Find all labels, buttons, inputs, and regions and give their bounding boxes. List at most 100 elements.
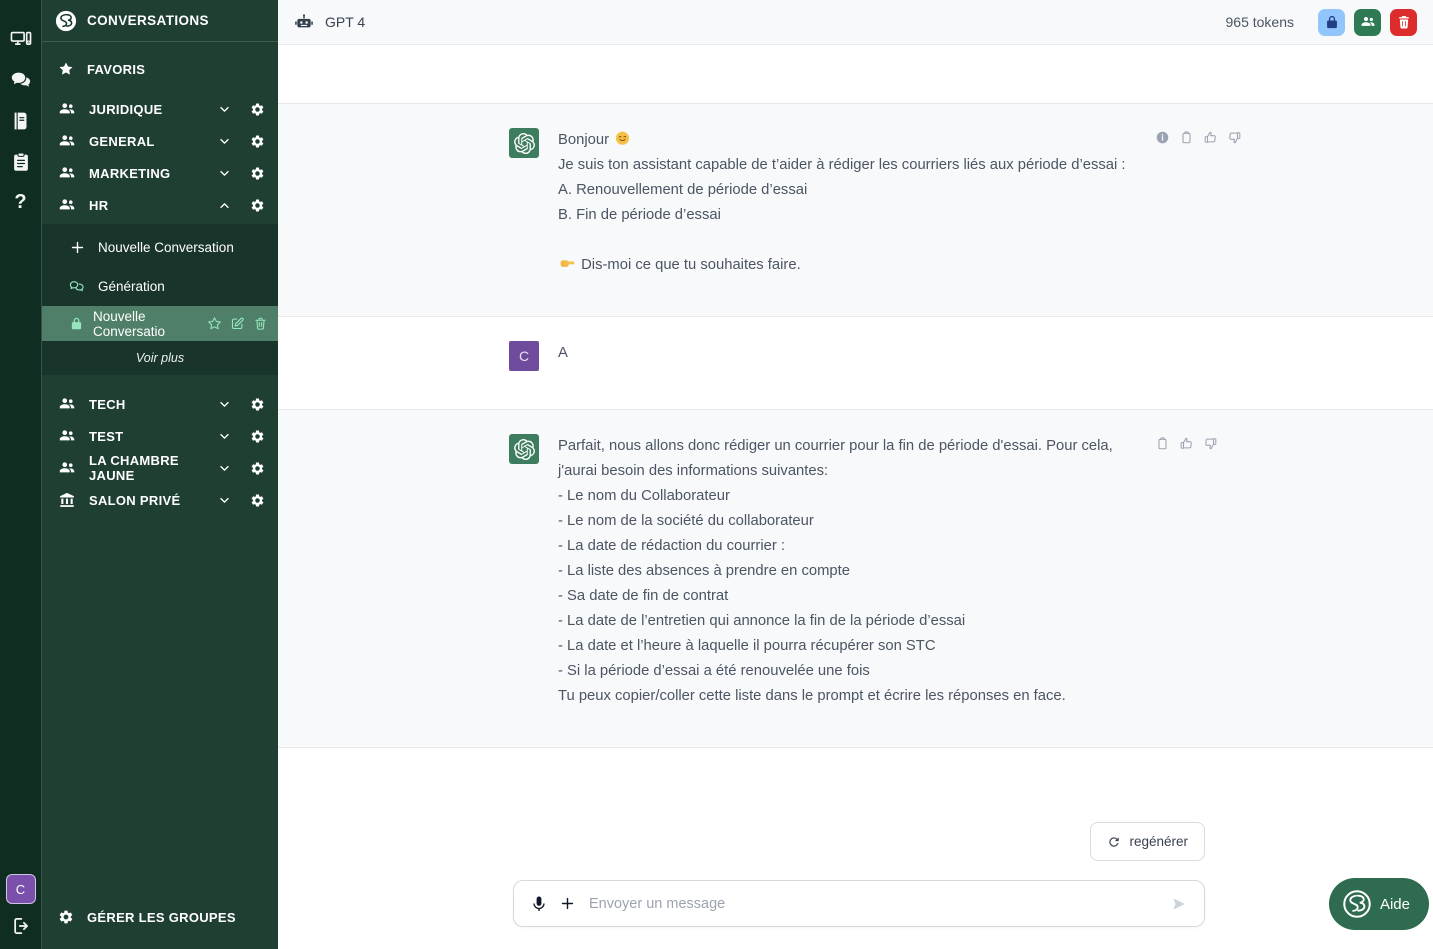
new-conversation-button[interactable]: Nouvelle Conversation (42, 228, 278, 267)
sidebar-group-general[interactable]: GENERAL (42, 125, 278, 157)
gear-icon[interactable] (250, 493, 265, 508)
sidebar-group-juridique[interactable]: JURIDIQUE (42, 93, 278, 125)
chevron-down-icon[interactable] (218, 103, 231, 116)
message-line: - La date de rédaction du courrier : (558, 534, 1113, 559)
monitor-icon[interactable] (10, 28, 32, 50)
favorite-star-icon[interactable] (207, 316, 222, 331)
message-line (558, 228, 1126, 253)
help-icon[interactable]: ? (14, 192, 26, 212)
sidebar-group-la-chambre-jaune[interactable]: LA CHAMBRE JAUNE (42, 452, 278, 484)
chevron-down-icon[interactable] (218, 167, 231, 180)
trash-icon[interactable] (253, 316, 268, 331)
model-label: GPT 4 (325, 14, 365, 30)
conversation-actions (207, 316, 268, 331)
chevron-down-icon[interactable] (218, 398, 231, 411)
users-icon (58, 395, 76, 413)
message-line: Bonjour (558, 128, 1126, 153)
message-line: j'aurai besoin des informations suivante… (558, 459, 1113, 484)
assistant-avatar (509, 128, 539, 158)
new-conversation-label: Nouvelle Conversation (98, 240, 234, 255)
clipboard-icon[interactable] (10, 151, 32, 173)
user-message: CA (278, 317, 1433, 409)
sidebar-group-tech[interactable]: TECH (42, 388, 278, 420)
favoris-label: FAVORIS (87, 62, 145, 77)
message-text: A (558, 341, 568, 371)
message-line: - Si la période d’essai a été renouvelée… (558, 659, 1113, 684)
thumbs-up-icon[interactable] (1179, 436, 1194, 451)
thumbs-down-icon[interactable] (1227, 130, 1242, 145)
regenerate-button[interactable]: regénérer (1090, 822, 1205, 861)
gear-icon[interactable] (250, 166, 265, 181)
send-icon[interactable] (1170, 895, 1188, 913)
message-input[interactable] (587, 895, 1159, 913)
user-avatar[interactable]: C (6, 874, 36, 904)
sidebar-item-selected-conversation[interactable]: Nouvelle Conversatio (42, 306, 278, 341)
message-line: A (558, 341, 568, 366)
sidebar-item-generation[interactable]: Génération (42, 267, 278, 306)
icon-rail: ? C (0, 0, 42, 949)
chevron-down-icon[interactable] (218, 462, 231, 475)
chevron-down-icon[interactable] (218, 494, 231, 507)
sidebar-group-salon-priv-[interactable]: SALON PRIVÉ (42, 484, 278, 516)
edit-icon[interactable] (230, 316, 245, 331)
regenerate-label: regénérer (1129, 834, 1188, 849)
chevron-down-icon[interactable] (218, 135, 231, 148)
trash-icon (1396, 14, 1412, 30)
group-label: JURIDIQUE (89, 102, 163, 117)
star-icon (58, 61, 74, 77)
message-text: Parfait, nous allons donc rédiger un cou… (558, 434, 1113, 709)
thumbs-down-icon[interactable] (1203, 436, 1218, 451)
microphone-icon[interactable] (530, 895, 548, 913)
delete-conversation-button[interactable] (1390, 9, 1417, 36)
logout-icon[interactable] (11, 916, 31, 936)
thumbs-up-icon[interactable] (1203, 130, 1218, 145)
brand-logo-icon (1342, 889, 1372, 919)
main-area: GPT 4 965 tokens Bonjour Je suis ton ass… (278, 0, 1433, 949)
bank-icon (58, 491, 76, 509)
sidebar-group-hr[interactable]: HR (42, 189, 278, 221)
see-more-button[interactable]: Voir plus (42, 341, 278, 375)
gear-icon[interactable] (250, 397, 265, 412)
topbar: GPT 4 965 tokens (278, 0, 1433, 45)
hugging-face-emoji (614, 130, 631, 147)
chevron-down-icon[interactable] (218, 430, 231, 443)
conversation-label: Nouvelle Conversatio (93, 309, 195, 339)
assistant-message: Parfait, nous allons donc rédiger un cou… (278, 409, 1433, 748)
openai-logo-icon (514, 439, 535, 460)
copy-icon[interactable] (1155, 436, 1170, 451)
message-line: Dis-moi ce que tu souhaites faire. (558, 253, 1126, 278)
chevron-up-icon[interactable] (218, 199, 231, 212)
message-text: Bonjour Je suis ton assistant capable de… (558, 128, 1126, 278)
message-line: Parfait, nous allons donc rédiger un cou… (558, 434, 1113, 459)
help-button[interactable]: Aide (1329, 878, 1429, 930)
message-line: - Sa date de fin de contrat (558, 584, 1113, 609)
sidebar-group-marketing[interactable]: MARKETING (42, 157, 278, 189)
gear-icon[interactable] (250, 198, 265, 213)
manage-groups-label: GÉRER LES GROUPES (87, 910, 236, 925)
gear-icon[interactable] (250, 461, 265, 476)
chat-area: Bonjour Je suis ton assistant capable de… (278, 45, 1433, 949)
gear-icon[interactable] (250, 102, 265, 117)
manage-groups-button[interactable]: GÉRER LES GROUPES (42, 909, 278, 949)
message-list: Bonjour Je suis ton assistant capable de… (278, 103, 1433, 748)
attach-plus-icon[interactable] (559, 895, 576, 912)
users-icon (58, 132, 76, 150)
chat-bubbles-icon[interactable] (10, 69, 32, 91)
sidebar-group-test[interactable]: TEST (42, 420, 278, 452)
share-users-button[interactable] (1354, 9, 1381, 36)
group-list-bottom: TECHTESTLA CHAMBRE JAUNESALON PRIVÉ (42, 388, 278, 516)
sidebar-header: CONVERSATIONS (42, 0, 278, 42)
info-icon[interactable] (1155, 130, 1170, 145)
lock-button[interactable] (1318, 9, 1345, 36)
sidebar-item-favoris[interactable]: FAVORIS (42, 54, 278, 84)
gear-icon[interactable] (250, 429, 265, 444)
users-icon (58, 459, 76, 477)
group-label: LA CHAMBRE JAUNE (89, 453, 192, 483)
book-icon[interactable] (10, 110, 32, 132)
copy-icon[interactable] (1179, 130, 1194, 145)
gear-icon[interactable] (250, 134, 265, 149)
point-right-emoji (559, 255, 576, 272)
openai-logo-icon (514, 133, 535, 154)
sidebar: CONVERSATIONS FAVORIS JURIDIQUE GENERALMA… (42, 0, 278, 949)
app-title: CONVERSATIONS (87, 13, 209, 28)
